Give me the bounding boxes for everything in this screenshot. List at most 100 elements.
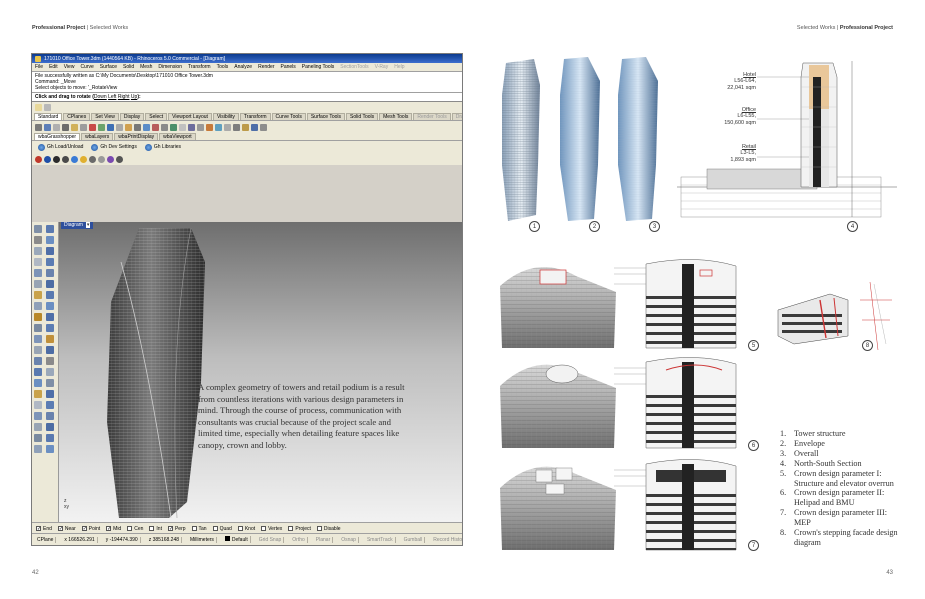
tool-icon[interactable]	[46, 236, 54, 244]
menu-item[interactable]: Analyze	[234, 64, 252, 70]
toolbar-tab[interactable]: Viewport Layout	[168, 113, 212, 120]
toolbar-tab[interactable]: Select	[145, 113, 168, 120]
osnap-checkbox[interactable]	[149, 526, 155, 531]
tool-icon[interactable]	[46, 445, 54, 453]
menu-item[interactable]: Solid	[123, 64, 134, 70]
osnap-checkbox[interactable]	[237, 526, 243, 531]
osnap-perp[interactable]: Perp	[167, 526, 186, 532]
toolbar-tab[interactable]: Surface Tools	[306, 113, 346, 120]
toolbar-tab[interactable]: Solid Tools	[346, 113, 379, 120]
menu-item[interactable]: Render	[258, 64, 274, 70]
display-mode-icon[interactable]	[116, 155, 123, 163]
toolbar-icon[interactable]	[116, 123, 123, 131]
osnap-quad[interactable]: Quad	[212, 526, 232, 532]
display-mode-icon[interactable]	[62, 155, 69, 163]
menu-item[interactable]: View	[64, 64, 75, 70]
status-pane[interactable]: Planar	[314, 536, 334, 543]
status-pane[interactable]: Record History	[431, 537, 462, 543]
tool-icon[interactable]	[34, 390, 42, 398]
tool-icon[interactable]	[34, 269, 42, 277]
tool-icon[interactable]	[46, 313, 54, 321]
tool-icon[interactable]	[46, 291, 54, 299]
tool-icon[interactable]	[34, 247, 42, 255]
display-mode-icon[interactable]	[89, 155, 96, 163]
display-mode-icon[interactable]	[98, 155, 105, 163]
toolbar-icon[interactable]	[152, 123, 159, 131]
toolbar-icon[interactable]	[107, 123, 114, 131]
toolbar-icon[interactable]	[125, 123, 132, 131]
toolbar-icon[interactable]	[233, 123, 240, 131]
toolbar-icon[interactable]	[143, 123, 150, 131]
toolbar-icon[interactable]	[206, 123, 213, 131]
rhino-title-bar[interactable]: 171010 Office Tower.3dm (1440564 KB) - R…	[32, 54, 462, 63]
osnap-checkbox[interactable]	[316, 526, 322, 531]
gh-load-button[interactable]: Gh Load/Unload	[35, 143, 86, 151]
toolbar-icon[interactable]	[170, 123, 177, 131]
move-icon[interactable]	[44, 104, 51, 111]
toolbar-tab[interactable]: Visibility	[212, 113, 239, 120]
tool-icon[interactable]	[34, 324, 42, 332]
status-pane[interactable]: Osnap	[339, 536, 359, 543]
gh-tab[interactable]: wbaLayers	[81, 133, 114, 140]
osnap-int[interactable]: Int	[149, 526, 162, 532]
osnap-checkbox[interactable]	[212, 526, 218, 531]
menu-item[interactable]: Help	[394, 64, 404, 70]
status-pane[interactable]: Ortho	[290, 536, 308, 543]
prompt-option-left[interactable]: Left	[108, 94, 116, 100]
toolbar-icon[interactable]	[188, 123, 195, 131]
osnap-checkbox[interactable]	[127, 526, 133, 531]
osnap-point[interactable]: Point	[81, 526, 100, 532]
toolbar-tab[interactable]: Set View	[91, 113, 119, 120]
toolbar-icon[interactable]	[134, 123, 141, 131]
toolbar-icon[interactable]	[98, 123, 105, 131]
toolbar-icon[interactable]	[89, 123, 96, 131]
toolbar-icon[interactable]	[71, 123, 78, 131]
osnap-tan[interactable]: Tan	[191, 526, 207, 532]
tool-icon[interactable]	[46, 357, 54, 365]
toolbar-icon[interactable]	[242, 123, 249, 131]
tool-icon[interactable]	[34, 258, 42, 266]
toolbar-icon[interactable]	[224, 123, 231, 131]
tool-icon[interactable]	[34, 225, 42, 233]
tool-icon[interactable]	[34, 412, 42, 420]
tool-icon[interactable]	[46, 335, 54, 343]
toolbar-icon[interactable]	[215, 123, 222, 131]
display-mode-icon[interactable]	[80, 155, 87, 163]
toolbar-icon[interactable]	[260, 123, 267, 131]
toolbar-icon[interactable]	[53, 123, 60, 131]
tool-icon[interactable]	[46, 379, 54, 387]
tool-icon[interactable]	[34, 434, 42, 442]
units-label[interactable]: Millimeters	[188, 536, 217, 543]
osnap-near[interactable]: Near	[57, 526, 76, 532]
menu-item[interactable]: SectionTools	[340, 64, 368, 70]
toolbar-tab[interactable]: Standard	[34, 113, 63, 120]
display-mode-icon[interactable]	[53, 155, 60, 163]
tool-icon[interactable]	[34, 357, 42, 365]
tool-icon[interactable]	[34, 291, 42, 299]
gh-tab[interactable]: wbaPrintDisplay	[114, 133, 159, 140]
gh-tab[interactable]: wbaViewport	[159, 133, 196, 140]
toolbar-icon[interactable]	[179, 123, 186, 131]
osnap-checkbox[interactable]	[261, 526, 267, 531]
tool-icon[interactable]	[34, 379, 42, 387]
toolbar-icon[interactable]	[62, 123, 69, 131]
tool-icon[interactable]	[34, 280, 42, 288]
layer-indicator[interactable]: Default	[223, 536, 251, 543]
gh-settings-button[interactable]: Gh Dev Settings	[88, 143, 139, 151]
tool-icon[interactable]	[46, 390, 54, 398]
toolbar-tab[interactable]: Mesh Tools	[379, 113, 413, 120]
gh-tab[interactable]: wbaGrasshopper	[34, 133, 81, 140]
toolbar-icon[interactable]	[161, 123, 168, 131]
prompt-option-right[interactable]: Right	[118, 94, 130, 100]
gh-libraries-button[interactable]: Gh Libraries	[142, 143, 184, 151]
tool-icon[interactable]	[34, 313, 42, 321]
toolbar-icon[interactable]	[197, 123, 204, 131]
tool-icon[interactable]	[46, 225, 54, 233]
osnap-checkbox[interactable]	[288, 526, 294, 531]
menu-item[interactable]: Panels	[281, 64, 296, 70]
toolbar-icon[interactable]	[251, 123, 258, 131]
menu-item[interactable]: Surface	[100, 64, 117, 70]
osnap-checkbox[interactable]	[106, 526, 112, 531]
osnap-cen[interactable]: Cen	[127, 526, 143, 532]
tool-icon[interactable]	[46, 324, 54, 332]
